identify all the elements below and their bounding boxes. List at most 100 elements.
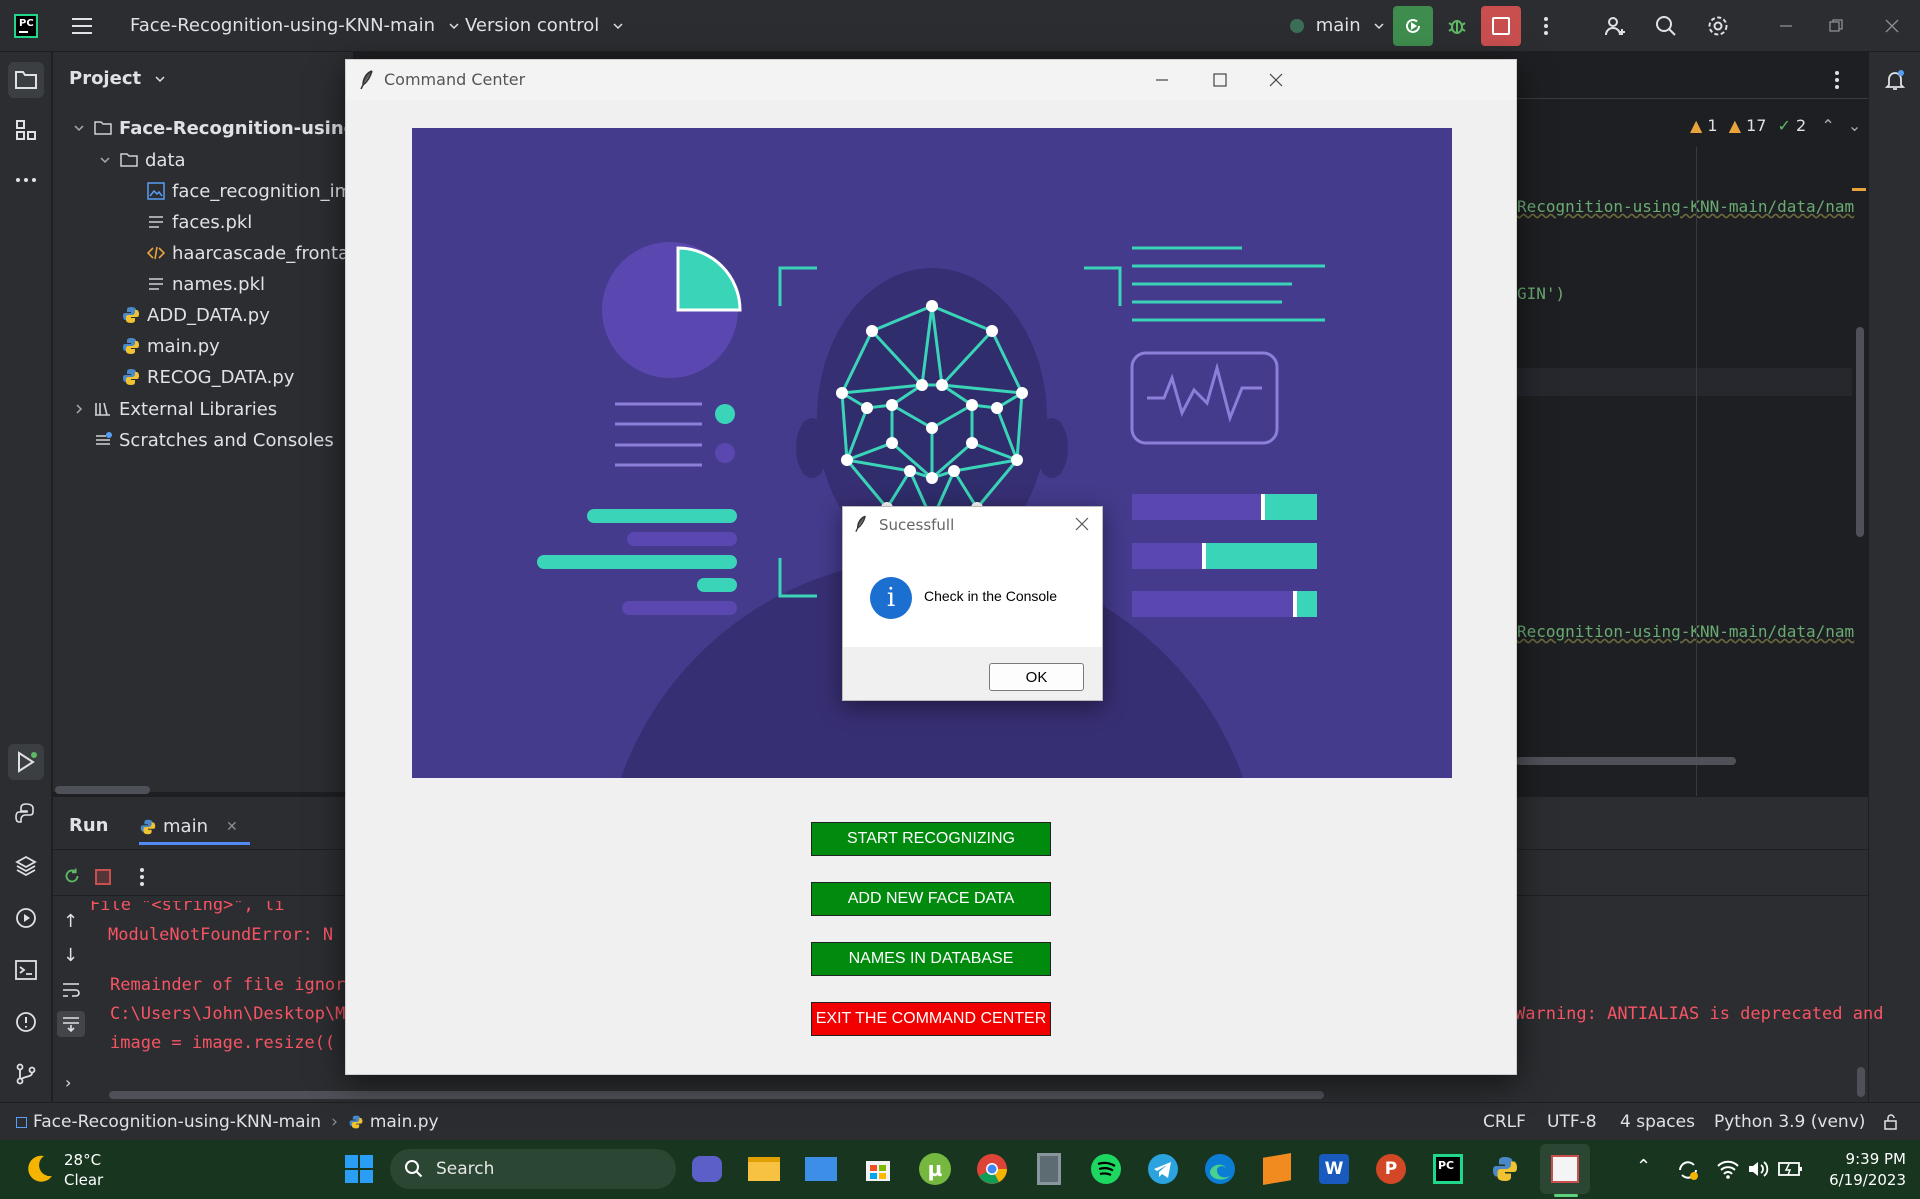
main-menu-icon[interactable] xyxy=(70,14,94,38)
tree-item-main[interactable]: main.py xyxy=(121,331,220,361)
window-restore-button[interactable] xyxy=(1816,6,1856,46)
ok-button[interactable]: OK xyxy=(989,663,1084,691)
clock-date[interactable]: 6/19/2023 xyxy=(1816,1171,1906,1189)
window-close-button[interactable] xyxy=(1872,6,1912,46)
line-separator-widget[interactable]: CRLF xyxy=(1483,1112,1526,1132)
structure-tool-button[interactable] xyxy=(8,112,44,148)
tkinter-app-icon[interactable] xyxy=(1546,1150,1584,1188)
problems-button[interactable] xyxy=(8,1004,44,1040)
calculator-icon[interactable] xyxy=(1030,1150,1068,1188)
wifi-icon[interactable] xyxy=(1716,1158,1740,1180)
branch-selector[interactable]: main xyxy=(1290,15,1384,36)
weather-desc[interactable]: Clear xyxy=(64,1171,103,1189)
soft-wrap-button[interactable] xyxy=(61,981,81,999)
project-panel-scrollbar[interactable] xyxy=(55,786,150,794)
chevron-up-icon[interactable]: ⌃ xyxy=(1636,1156,1651,1177)
dialog-close-button[interactable] xyxy=(1075,517,1089,531)
tree-item-names[interactable]: names.pkl xyxy=(146,269,265,299)
chevron-up-icon[interactable]: ⌃ xyxy=(1821,116,1834,135)
tree-item-faces[interactable]: faces.pkl xyxy=(146,207,252,237)
add-new-face-data-button[interactable]: ADD NEW FACE DATA xyxy=(811,882,1051,916)
start-recognizing-button[interactable]: START RECOGNIZING xyxy=(811,822,1051,856)
version-control-menu[interactable]: Version control xyxy=(465,15,623,36)
scratches-icon xyxy=(96,432,112,445)
teams-chat-icon[interactable] xyxy=(688,1150,726,1188)
more-tools-button[interactable] xyxy=(8,162,44,198)
tree-item-recog-data[interactable]: RECOG_DATA.py xyxy=(121,362,294,392)
scroll-to-end-button[interactable] xyxy=(57,1011,85,1037)
chevron-right-icon[interactable]: › xyxy=(65,1073,71,1092)
names-in-database-button[interactable]: NAMES IN DATABASE xyxy=(811,942,1051,976)
cc-minimize-button[interactable] xyxy=(1154,72,1170,88)
stop-button[interactable] xyxy=(1481,6,1521,46)
utorrent-icon[interactable]: µ xyxy=(916,1150,954,1188)
python-packages-button[interactable] xyxy=(8,848,44,884)
more-actions-button[interactable] xyxy=(1526,6,1566,46)
chrome-icon[interactable] xyxy=(973,1150,1011,1188)
encoding-widget[interactable]: UTF-8 xyxy=(1547,1112,1597,1132)
tree-item-scratches[interactable]: Scratches and Consoles xyxy=(93,425,334,455)
debug-button[interactable] xyxy=(1437,6,1477,46)
exit-command-center-button[interactable]: EXIT THE COMMAND CENTER xyxy=(811,1002,1051,1036)
settings-button[interactable] xyxy=(1698,6,1738,46)
spotify-icon[interactable] xyxy=(1087,1150,1125,1188)
project-panel-title[interactable]: Project xyxy=(69,68,165,89)
notifications-button[interactable] xyxy=(1877,62,1913,98)
close-tab-icon[interactable]: ✕ xyxy=(226,819,238,835)
scroll-down-button[interactable]: ↓ xyxy=(63,945,78,966)
scroll-up-button[interactable]: ↑ xyxy=(63,911,78,932)
tree-item-haarcascade[interactable]: haarcascade_frontalfa xyxy=(146,238,371,268)
tree-item-data[interactable]: data xyxy=(99,145,186,175)
code-with-me-button[interactable] xyxy=(1595,6,1635,46)
services-button[interactable] xyxy=(8,900,44,936)
powerpoint-icon[interactable]: P xyxy=(1372,1150,1410,1188)
python-taskbar-icon[interactable] xyxy=(1486,1150,1524,1188)
start-button[interactable] xyxy=(340,1150,378,1188)
rerun-button[interactable] xyxy=(1393,6,1433,46)
project-tool-button[interactable] xyxy=(8,62,44,98)
microsoft-store-icon[interactable] xyxy=(859,1150,897,1188)
clock-time[interactable]: 9:39 PM xyxy=(1836,1150,1906,1168)
pycharm-taskbar-icon[interactable]: PC xyxy=(1429,1150,1467,1188)
tree-item-root[interactable]: Face-Recognition-using- xyxy=(73,113,364,143)
search-everywhere-button[interactable] xyxy=(1646,6,1686,46)
lock-icon[interactable] xyxy=(1882,1113,1900,1131)
telegram-icon[interactable] xyxy=(1144,1150,1182,1188)
editor-vertical-scrollbar[interactable] xyxy=(1856,327,1864,537)
rerun-run-button[interactable] xyxy=(61,865,83,887)
terminal-button[interactable] xyxy=(8,952,44,988)
git-button[interactable] xyxy=(8,1056,44,1092)
sublime-text-icon[interactable] xyxy=(1258,1150,1296,1188)
indent-widget[interactable]: 4 spaces xyxy=(1620,1112,1695,1132)
mail-icon[interactable] xyxy=(802,1150,840,1188)
window-minimize-button-2[interactable] xyxy=(1766,6,1806,46)
sync-icon[interactable] xyxy=(1676,1158,1700,1182)
breadcrumb-file[interactable]: main.py xyxy=(370,1112,439,1132)
console-horizontal-scrollbar[interactable] xyxy=(109,1091,1324,1099)
inspection-widget[interactable]: ▲ 1 ▲ 17 ✓ 2 ⌃ ⌄ xyxy=(1690,116,1861,135)
taskbar-search-box[interactable]: Search xyxy=(390,1149,676,1189)
tree-item-external-libraries[interactable]: External Libraries xyxy=(73,394,277,424)
chevron-down-icon[interactable]: ⌄ xyxy=(1848,116,1861,135)
run-tab-main[interactable]: main ✕ xyxy=(139,811,250,845)
console-vertical-scrollbar[interactable] xyxy=(1857,1067,1865,1097)
python-console-button[interactable] xyxy=(8,796,44,832)
volume-icon[interactable] xyxy=(1746,1158,1770,1180)
project-selector[interactable]: Face-Recognition-using-KNN-main xyxy=(130,15,459,36)
word-icon[interactable]: W xyxy=(1315,1150,1353,1188)
interpreter-widget[interactable]: Python 3.9 (venv) xyxy=(1714,1112,1865,1132)
weather-temp[interactable]: 28°C xyxy=(64,1151,101,1169)
run-more-button[interactable] xyxy=(139,867,145,887)
tree-item-add-data[interactable]: ADD_DATA.py xyxy=(121,300,270,330)
file-explorer-icon[interactable] xyxy=(745,1150,783,1188)
run-tool-button[interactable] xyxy=(8,744,44,780)
edge-icon[interactable] xyxy=(1201,1150,1239,1188)
tree-item-image[interactable]: face_recognition_imag xyxy=(146,176,375,206)
battery-icon[interactable] xyxy=(1778,1160,1804,1178)
editor-more-button[interactable] xyxy=(1834,70,1840,90)
cc-maximize-button[interactable] xyxy=(1212,72,1228,88)
cc-close-button[interactable] xyxy=(1268,72,1284,88)
stop-run-button[interactable] xyxy=(95,869,111,885)
breadcrumb-project[interactable]: Face-Recognition-using-KNN-main xyxy=(33,1112,321,1132)
editor-horizontal-scrollbar[interactable] xyxy=(1516,757,1736,765)
